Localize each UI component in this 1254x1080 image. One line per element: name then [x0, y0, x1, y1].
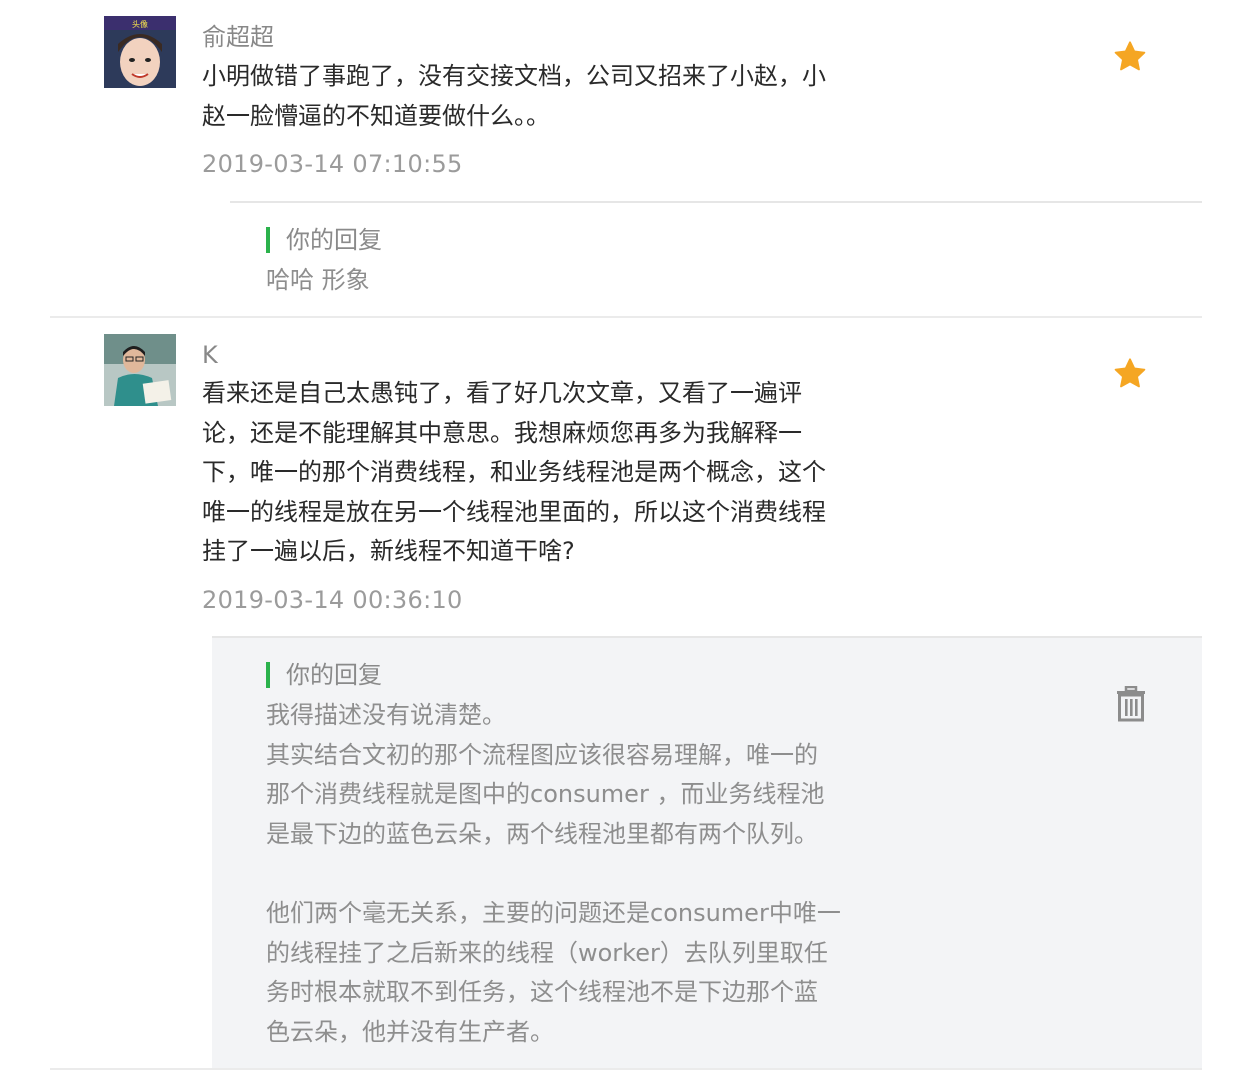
comment-content: 看来还是自己太愚钝了，看了好几次文章，又看了一遍评 论，还是不能理解其中意思。我… [202, 379, 826, 566]
comment-timestamp: 2019-03-14 07:10:55 [202, 150, 463, 178]
reply-box: 你的回复 哈哈 形象 [230, 201, 1202, 317]
comment-divider [50, 1068, 1202, 1070]
reply-label: 你的回复 [266, 660, 382, 690]
svg-text:头像: 头像 [132, 19, 148, 29]
comment-content: 小明做错了事跑了，没有交接文档，公司又招来了小赵，小 赵一脸懵逼的不知道要做什么… [202, 62, 826, 130]
reply-label: 你的回复 [266, 225, 382, 255]
reply-box: 你的回复 我得描述没有说清楚。 其实结合文初的那个流程图应该很容易理解，唯一的 … [212, 636, 1202, 1070]
trash-icon[interactable] [1114, 685, 1148, 722]
comment-author: 俞超超 [202, 23, 274, 51]
comment-divider [50, 316, 1202, 318]
reply-text: 我得描述没有说清楚。 其实结合文初的那个流程图应该很容易理解，唯一的 那个消费线… [266, 701, 841, 1046]
star-icon[interactable] [1112, 39, 1148, 75]
reply-text: 哈哈 形象 [266, 266, 370, 294]
avatar [104, 334, 176, 406]
star-icon[interactable] [1112, 356, 1148, 392]
comment-timestamp: 2019-03-14 00:36:10 [202, 586, 463, 614]
comment-author: K [202, 341, 218, 369]
avatar: 头像 [104, 16, 176, 88]
